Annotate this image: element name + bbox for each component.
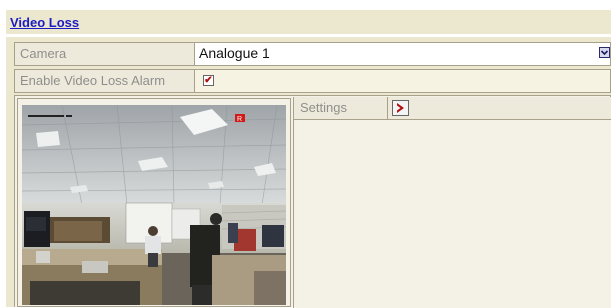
camera-label: Camera (15, 43, 195, 65)
enable-alarm-row: Enable Video Loss Alarm ✔ (14, 69, 611, 93)
camera-preview-image: R (22, 105, 286, 305)
record-badge-icon: R (237, 116, 242, 123)
video-preview-frame: R (17, 98, 291, 307)
enable-alarm-label: Enable Video Loss Alarm (15, 70, 195, 92)
settings-bar: Settings (293, 97, 611, 120)
camera-row: Camera Analogue 1 (14, 42, 611, 66)
settings-expand-button[interactable] (392, 100, 409, 116)
lower-section: R Settings (14, 95, 611, 308)
chevron-right-icon (397, 103, 404, 113)
camera-select-value: Analogue 1 (199, 45, 270, 61)
checkmark-icon: ✔ (204, 75, 213, 86)
settings-label: Settings (293, 97, 388, 119)
chevron-down-icon[interactable] (599, 47, 610, 58)
video-loss-title-link[interactable]: Video Loss (10, 15, 79, 30)
enable-alarm-value: ✔ (195, 70, 610, 92)
title-strip (6, 10, 611, 34)
enable-alarm-checkbox[interactable]: ✔ (203, 75, 214, 86)
camera-select[interactable]: Analogue 1 (195, 43, 610, 65)
settings-content-area (293, 120, 611, 308)
